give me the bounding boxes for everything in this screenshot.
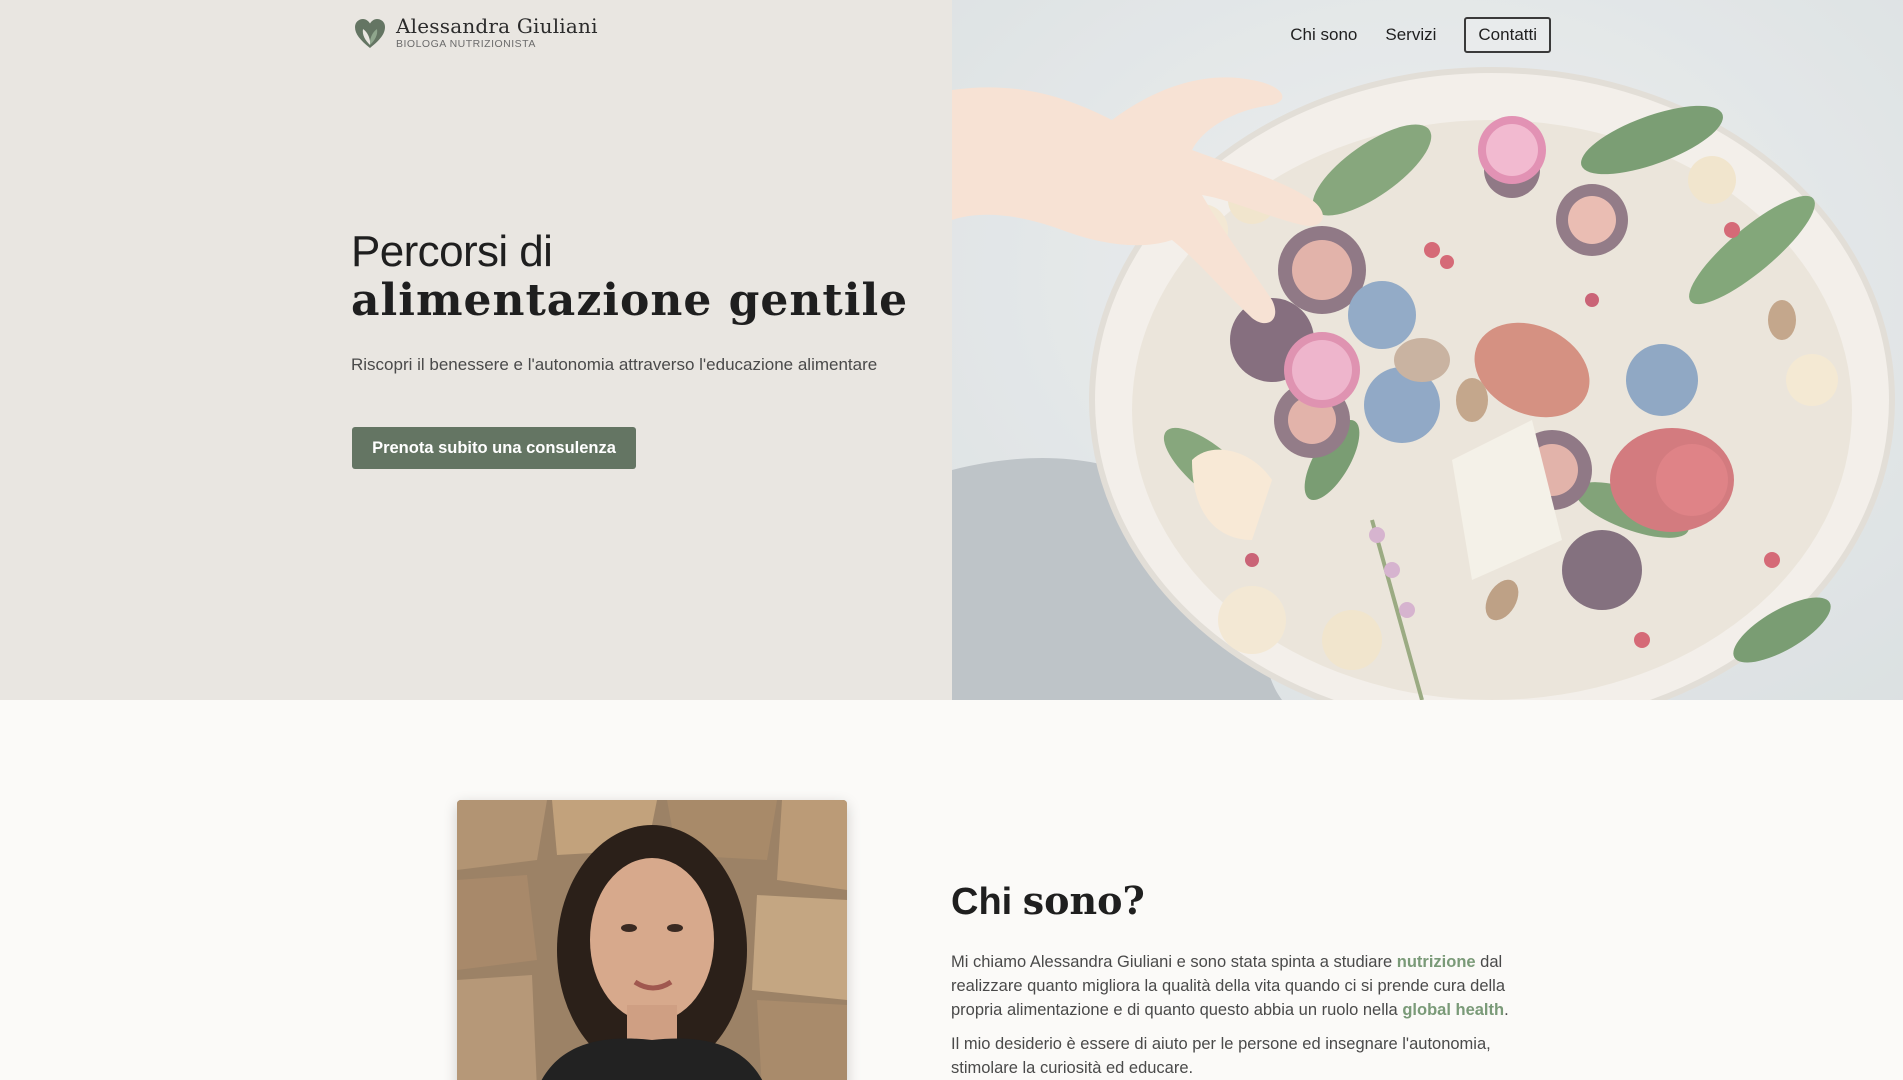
main-nav: Chi sono Servizi Contatti [1290,17,1551,53]
hero-left-panel: Alessandra Giuliani BIOLOGA NUTRIZIONIST… [0,0,952,700]
hero-title-line2: alimentazione gentile [351,275,909,326]
hero-title: Percorsi di alimentazione gentile [351,228,908,326]
food-platter-image [952,0,1903,700]
portrait-photo [457,800,847,1080]
portrait-image [457,800,847,1080]
about-title: Chi sono? [951,878,1145,924]
about-section: Chi sono? Mi chiamo Alessandra Giuliani … [0,700,1903,1080]
about-title-part2: sono? [1022,878,1145,923]
nav-item-servizi[interactable]: Servizi [1385,25,1436,45]
hero-section: Alessandra Giuliani BIOLOGA NUTRIZIONIST… [0,0,1903,700]
about-paragraph-1: Mi chiamo Alessandra Giuliani e sono sta… [951,950,1531,1022]
nav-item-chi-sono[interactable]: Chi sono [1290,25,1357,45]
hero-title-line1: Percorsi di [351,227,553,276]
brand-subtitle: BIOLOGA NUTRIZIONISTA [396,38,536,50]
about-paragraph-2: Il mio desiderio è essere di aiuto per l… [951,1035,1491,1077]
about-title-part1: Chi [951,881,1023,923]
logo[interactable]: Alessandra Giuliani BIOLOGA NUTRIZIONIST… [352,15,598,51]
book-consultation-button[interactable]: Prenota subito una consulenza [352,427,636,469]
brand-name: Alessandra Giuliani [396,14,598,38]
hero-subtitle: Riscopri il benessere e l'autonomia attr… [351,355,878,374]
about-p1-text-a: Mi chiamo Alessandra Giuliani e sono sta… [951,953,1397,971]
heart-leaf-logo-icon [355,19,385,48]
about-p1-text-c: . [1504,1001,1509,1019]
nav-contatti-button[interactable]: Contatti [1464,17,1551,53]
highlight-global-health: global health [1402,1001,1505,1019]
highlight-nutrizione: nutrizione [1396,953,1476,971]
hero-image: Chi sono Servizi Contatti [952,0,1903,700]
